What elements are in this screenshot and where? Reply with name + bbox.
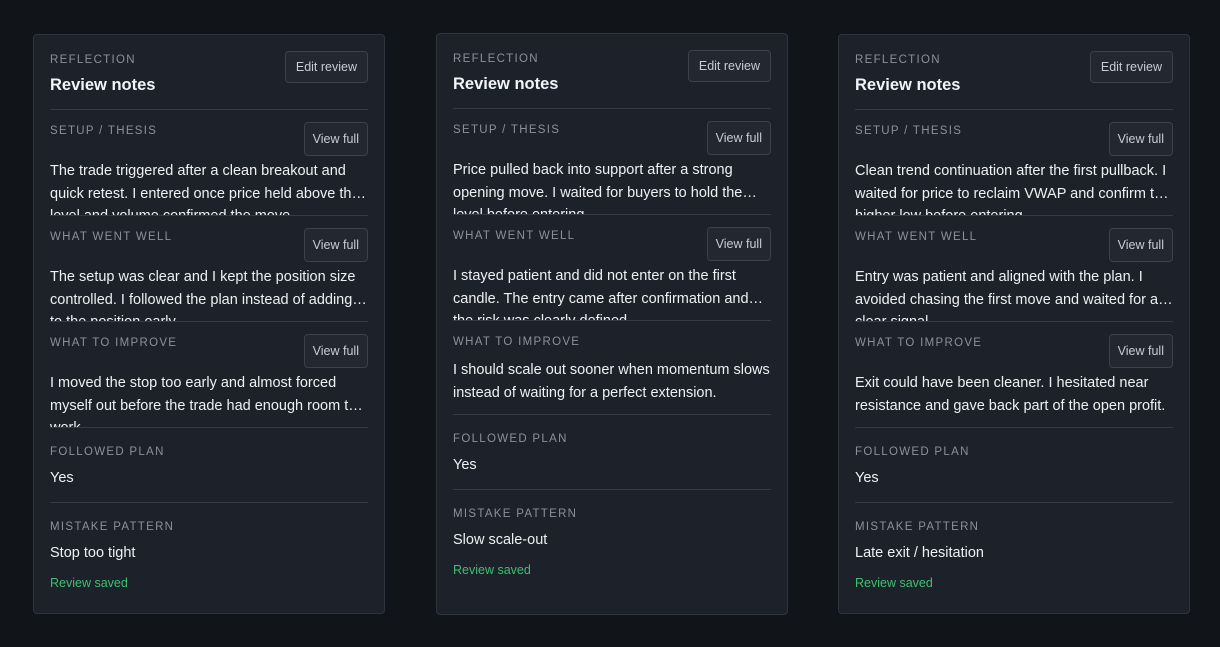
section-head: WHAT TO IMPROVE View full: [855, 334, 1173, 368]
mistake-pattern-value: Stop too tight: [50, 545, 136, 561]
edit-review-button[interactable]: Edit review: [1089, 51, 1173, 83]
review-saved-status: Review saved: [855, 576, 933, 590]
section-label: WHAT WENT WELL: [50, 231, 173, 243]
section-head: WHAT WENT WELL View full: [855, 228, 1173, 262]
section-head: WHAT TO IMPROVE View full: [50, 334, 368, 368]
followed-plan: FOLLOWED PLAN Yes: [453, 415, 771, 490]
card-header: REFLECTION Review notes Edit review: [50, 51, 368, 110]
section-label: WHAT TO IMPROVE: [855, 337, 983, 349]
card-eyebrow: REFLECTION: [50, 54, 136, 66]
section-text: I stayed patient and did not enter on th…: [453, 268, 749, 320]
section-text: Exit could have been cleaner. I hesitate…: [855, 375, 1166, 414]
section-label: WHAT WENT WELL: [453, 230, 576, 242]
section-label: WHAT TO IMPROVE: [453, 336, 581, 348]
mistake-pattern-value: Late exit / hesitation: [855, 545, 984, 561]
section-head: SETUP / THESIS View full: [855, 122, 1173, 156]
view-full-button[interactable]: View full: [303, 228, 368, 262]
card-header: REFLECTION Review notes Edit review: [855, 51, 1173, 110]
mistake-pattern: MISTAKE PATTERN Slow scale-out: [453, 490, 771, 564]
review-saved-status: Review saved: [50, 576, 128, 590]
section-head: WHAT WENT WELL View full: [453, 227, 771, 261]
edit-review-button[interactable]: Edit review: [284, 51, 368, 83]
section-setup-thesis: SETUP / THESIS View full Price pulled ba…: [453, 109, 771, 215]
followed-plan-value: Yes: [453, 457, 477, 473]
followed-plan-label: FOLLOWED PLAN: [50, 446, 165, 458]
review-card-2: REFLECTION Review notes Edit review SETU…: [436, 33, 788, 615]
section-text: I moved the stop too early and almost fo…: [50, 375, 357, 427]
section-what-went-well: WHAT WENT WELL View full I stayed patien…: [453, 215, 771, 321]
section-head: SETUP / THESIS View full: [453, 121, 771, 155]
followed-plan: FOLLOWED PLAN Yes: [50, 428, 368, 503]
section-head: SETUP / THESIS View full: [50, 122, 368, 156]
section-text: Price pulled back into support after a s…: [453, 162, 743, 214]
section-what-to-improve: WHAT TO IMPROVE I should scale out soone…: [453, 321, 771, 415]
card-eyebrow: REFLECTION: [453, 53, 539, 65]
section-label: SETUP / THESIS: [855, 125, 963, 137]
section-head: WHAT WENT WELL View full: [50, 228, 368, 262]
followed-plan-label: FOLLOWED PLAN: [453, 433, 568, 445]
view-full-button[interactable]: View full: [303, 122, 368, 156]
section-head: WHAT TO IMPROVE: [453, 333, 771, 350]
section-what-went-well: WHAT WENT WELL View full Entry was patie…: [855, 216, 1173, 322]
section-setup-thesis: SETUP / THESIS View full Clean trend con…: [855, 110, 1173, 216]
section-label: WHAT WENT WELL: [855, 231, 978, 243]
followed-plan: FOLLOWED PLAN Yes: [855, 428, 1173, 503]
card-heading: REFLECTION Review notes: [50, 51, 155, 95]
review-saved-status: Review saved: [453, 563, 531, 577]
mistake-pattern: MISTAKE PATTERN Late exit / hesitation: [855, 503, 1173, 577]
section-label: WHAT TO IMPROVE: [50, 337, 178, 349]
section-label: SETUP / THESIS: [50, 125, 158, 137]
section-what-went-well: WHAT WENT WELL View full The setup was c…: [50, 216, 368, 322]
section-text: Clean trend continuation after the first…: [855, 163, 1171, 215]
mistake-pattern: MISTAKE PATTERN Stop too tight: [50, 503, 368, 577]
review-cards: REFLECTION Review notes Edit review SETU…: [0, 0, 1220, 647]
edit-review-button[interactable]: Edit review: [687, 50, 771, 82]
card-heading: REFLECTION Review notes: [453, 50, 558, 94]
followed-plan-label: FOLLOWED PLAN: [855, 446, 970, 458]
mistake-pattern-label: MISTAKE PATTERN: [453, 508, 578, 520]
followed-plan-value: Yes: [50, 470, 74, 486]
view-full-button[interactable]: View full: [1108, 122, 1173, 156]
card-eyebrow: REFLECTION: [855, 54, 941, 66]
view-full-button[interactable]: View full: [706, 121, 771, 155]
followed-plan-value: Yes: [855, 470, 879, 486]
section-setup-thesis: SETUP / THESIS View full The trade trigg…: [50, 110, 368, 216]
view-full-button[interactable]: View full: [1108, 228, 1173, 262]
view-full-button[interactable]: View full: [303, 334, 368, 368]
mistake-pattern-label: MISTAKE PATTERN: [855, 521, 980, 533]
section-text: I should scale out sooner when momentum …: [453, 362, 770, 401]
card-title: Review notes: [453, 75, 559, 93]
section-text: Entry was patient and aligned with the p…: [855, 269, 1159, 321]
section-text: The trade triggered after a clean breako…: [50, 163, 360, 215]
card-title: Review notes: [50, 76, 156, 94]
card-title: Review notes: [855, 76, 961, 94]
section-text: The setup was clear and I kept the posit…: [50, 269, 356, 321]
mistake-pattern-value: Slow scale-out: [453, 532, 548, 548]
card-heading: REFLECTION Review notes: [855, 51, 960, 95]
review-card-1: REFLECTION Review notes Edit review SETU…: [33, 34, 385, 614]
view-full-button[interactable]: View full: [706, 227, 771, 261]
section-what-to-improve: WHAT TO IMPROVE View full Exit could hav…: [855, 322, 1173, 428]
review-card-3: REFLECTION Review notes Edit review SETU…: [838, 34, 1190, 614]
mistake-pattern-label: MISTAKE PATTERN: [50, 521, 175, 533]
view-full-button[interactable]: View full: [1108, 334, 1173, 368]
card-header: REFLECTION Review notes Edit review: [453, 50, 771, 109]
section-label: SETUP / THESIS: [453, 124, 561, 136]
section-what-to-improve: WHAT TO IMPROVE View full I moved the st…: [50, 322, 368, 428]
